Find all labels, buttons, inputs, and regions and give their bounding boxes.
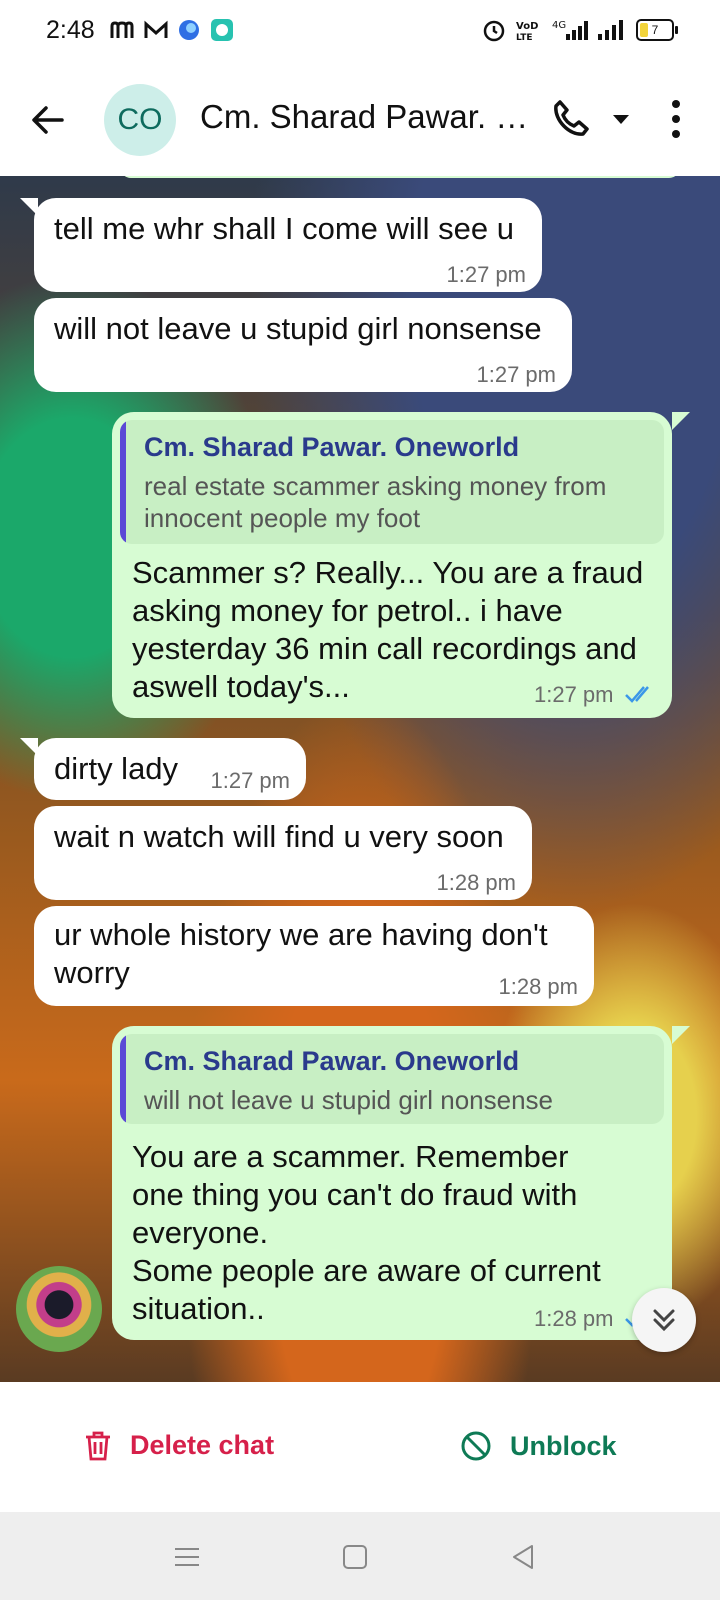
chat-title[interactable]: Cm. Sharad Pawar. O... (200, 98, 540, 136)
unblock-button[interactable]: Unblock (460, 1430, 617, 1462)
signal-4g-icon: 4G (552, 20, 588, 40)
battery-icon: 7 (636, 19, 678, 41)
alarm-icon (483, 20, 505, 42)
system-icons: VoD LTE 4G 7 (482, 18, 678, 42)
message-time: 1:28 pm (436, 870, 517, 895)
delete-chat-label: Delete chat (130, 1430, 275, 1460)
message-text: everyone. (132, 1215, 269, 1250)
contact-avatar[interactable]: CO (104, 84, 176, 156)
incoming-message[interactable]: will not leave u stupid girl nonsense 1:… (34, 298, 572, 392)
read-ticks-icon (625, 686, 649, 703)
quote-author: Cm. Sharad Pawar. Oneworld (144, 432, 520, 462)
delete-chat-button[interactable]: Delete chat (84, 1430, 274, 1461)
quote-text: real estate scammer asking money from (144, 471, 607, 501)
quoted-message[interactable]: Cm. Sharad Pawar. Oneworld will not leav… (120, 1034, 664, 1124)
system-nav-bar (0, 1512, 720, 1600)
battery-level: 7 (651, 23, 659, 37)
svg-text:VoD: VoD (516, 21, 538, 32)
message-text: Scammer s? Really... You are a fraud (132, 555, 644, 590)
back-arrow-icon[interactable] (28, 100, 68, 140)
signal-icon (598, 20, 623, 40)
previous-message-edge (120, 176, 680, 178)
home-icon[interactable] (340, 1542, 370, 1572)
quote-author: Cm. Sharad Pawar. Oneworld (144, 1046, 520, 1076)
phone-icon[interactable] (550, 98, 592, 140)
message-text: will not leave u stupid girl nonsense (54, 311, 542, 346)
status-time: 2:48 (46, 16, 95, 44)
svg-text:4G: 4G (552, 20, 566, 31)
message-text: You are a scammer. Remember (132, 1139, 569, 1174)
menu-icon[interactable] (172, 1542, 202, 1572)
m-app-icon (110, 21, 134, 38)
more-options-icon[interactable] (668, 98, 684, 140)
quote-text: will not leave u stupid girl nonsense (144, 1085, 554, 1115)
message-text: dirty lady (54, 751, 179, 786)
message-text: wait n watch will find u very soon (54, 819, 504, 854)
chat-header: CO Cm. Sharad Pawar. O... (0, 64, 720, 177)
quoted-message[interactable]: Cm. Sharad Pawar. Oneworld real estate s… (120, 420, 664, 544)
back-icon[interactable] (508, 1542, 538, 1572)
svg-text:LTE: LTE (516, 33, 533, 42)
quote-text: innocent people my foot (144, 503, 421, 533)
incoming-message[interactable]: dirty lady 1:27 pm (34, 738, 306, 800)
message-text: asking money for petrol.. i have (132, 593, 563, 628)
message-text: yesterday 36 min call recordings and (132, 631, 637, 666)
message-text: Some people are aware of current (132, 1253, 601, 1288)
gmail-icon (144, 20, 168, 38)
message-time: 1:28 pm (498, 974, 579, 999)
blocked-chat-actions: Delete chat Unblock (0, 1382, 720, 1512)
chat-area[interactable]: tell me whr shall I come will see u 1:27… (0, 176, 720, 1382)
scroll-to-bottom-button[interactable] (632, 1288, 696, 1352)
message-time: 1:27 pm (534, 682, 614, 707)
caret-down-icon[interactable] (612, 110, 630, 128)
message-text: ur whole history we are having don't (54, 917, 548, 952)
unblock-label: Unblock (510, 1430, 617, 1461)
chat-app-icon (211, 19, 233, 41)
notification-icons (110, 18, 234, 42)
message-time: 1:28 pm (534, 1306, 614, 1331)
incoming-message[interactable]: tell me whr shall I come will see u 1:27… (34, 198, 542, 292)
app-icon (179, 20, 199, 40)
message-time: 1:27 pm (210, 768, 291, 793)
outgoing-message[interactable]: Cm. Sharad Pawar. Oneworld real estate s… (112, 412, 672, 718)
volte-icon: VoDLTE (516, 21, 538, 42)
status-bar: 2:48 VoD LTE 4G 7 (0, 0, 720, 64)
message-text: tell me whr shall I come will see u (54, 211, 514, 246)
message-text: worry (54, 955, 130, 990)
trash-icon (86, 1431, 110, 1460)
block-icon (461, 1431, 491, 1461)
contact-profile-picture[interactable] (16, 1266, 102, 1352)
outgoing-message[interactable]: Cm. Sharad Pawar. Oneworld will not leav… (112, 1026, 672, 1340)
message-time: 1:27 pm (446, 262, 527, 287)
incoming-message[interactable]: ur whole history we are having don't wor… (34, 906, 594, 1006)
message-text: one thing you can't do fraud with (132, 1177, 578, 1212)
message-text: aswell today's... (132, 669, 350, 704)
double-chevron-down-icon (653, 1309, 675, 1332)
message-time: 1:27 pm (476, 362, 557, 387)
message-text: situation.. (132, 1291, 265, 1326)
incoming-message[interactable]: wait n watch will find u very soon 1:28 … (34, 806, 532, 900)
